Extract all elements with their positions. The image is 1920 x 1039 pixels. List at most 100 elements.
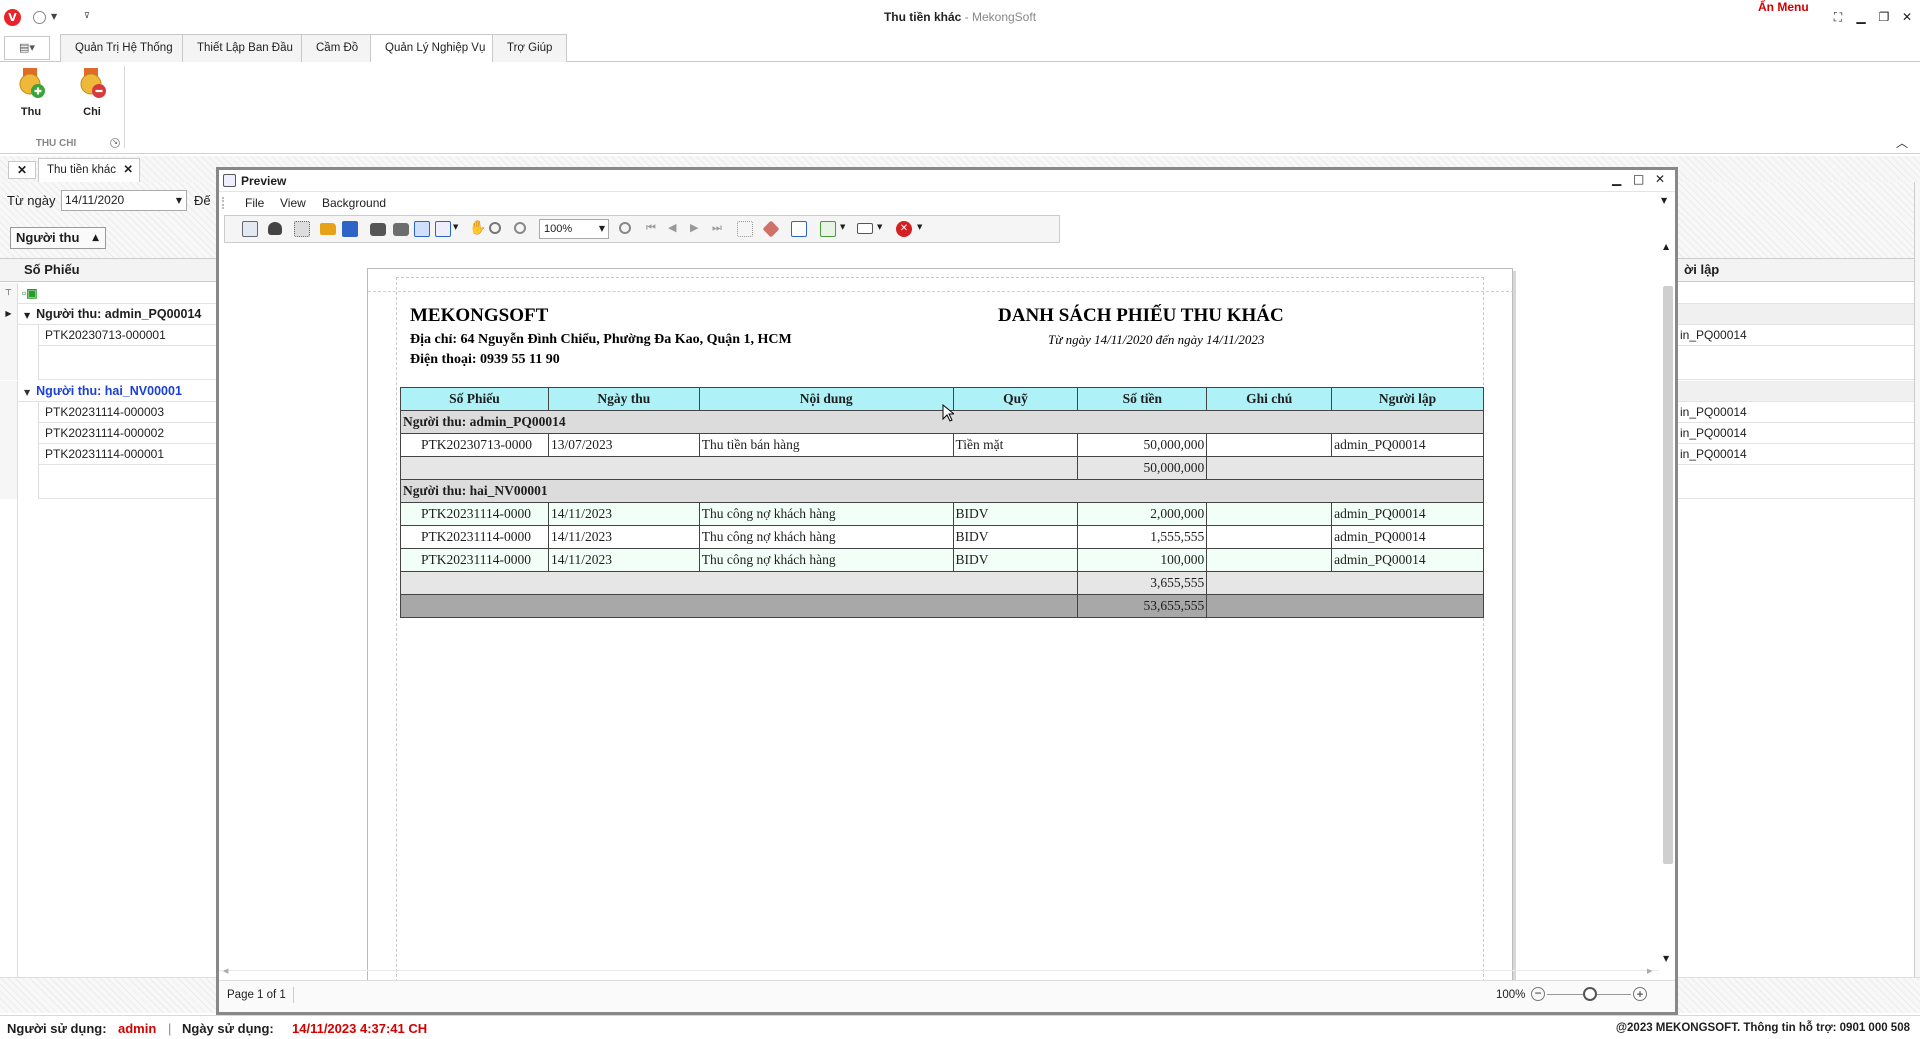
dropdown-arrow-icon[interactable]: ▼ [176,191,182,210]
parameters-icon[interactable] [294,221,310,237]
color-icon[interactable] [762,220,780,238]
zoom-in-icon[interactable] [619,222,631,234]
tab-tro-giup[interactable]: Trợ Giúp [492,34,568,62]
table-row[interactable]: PTK20230713-000001 [38,325,216,346]
group-by-chip[interactable]: Người thu ▲ [10,227,106,249]
preview-maximize-button[interactable]: □ [1633,172,1644,186]
report-cell: 13/07/2023 [547,433,700,457]
report-cell: Tiền mặt [952,433,1079,457]
chi-button[interactable]: Chi [68,66,116,118]
toolbar-overflow-icon[interactable]: ▼ [917,223,922,231]
scroll-down-icon[interactable]: ▼ [1663,954,1669,963]
last-page-icon[interactable]: ⏭ [712,221,722,235]
magnifier-icon[interactable] [489,222,501,234]
group-footer-row [38,465,216,499]
close-preview-icon[interactable]: ✕ [896,221,912,237]
expand-icon[interactable]: ▼ [24,311,30,320]
menu-file[interactable]: File [245,196,264,210]
page-setup-icon[interactable] [414,221,430,237]
menu-view[interactable]: View [280,196,306,210]
close-tab-icon[interactable]: ✕ [123,159,133,181]
collapse-ribbon-icon[interactable]: ︿ [1896,134,1908,151]
group-row[interactable]: ▼ Người thu: admin_PQ00014 [18,304,216,325]
previous-page-icon[interactable]: ◀ [668,221,676,234]
scroll-up-icon[interactable]: ▲ [1663,242,1669,251]
tab-thiet-lap-ban-dau[interactable]: Thiết Lập Ban Đầu [182,34,308,62]
preview-close-button[interactable]: ✕ [1655,172,1665,186]
scale-icon[interactable] [435,221,451,237]
zoom-select[interactable]: 100% ▼ [539,219,609,239]
table-row[interactable]: PTK20231114-000003 [38,402,216,423]
scale-dropdown-icon[interactable]: ▼ [453,223,458,231]
tab-quan-ly-nghiep-vu[interactable]: Quản Lý Nghiệp Vụ [370,34,501,63]
report-cell: PTK20231114-0000 [400,502,549,526]
preview-canvas[interactable]: MEKONGSOFT Địa chỉ: 64 Nguyễn Đình Chiểu… [219,248,1659,998]
scroll-left-icon[interactable]: ◀ [223,967,228,975]
export-dropdown-icon[interactable]: ▼ [840,223,845,231]
page-info: Page 1 of 1 [227,989,286,1001]
first-page-icon[interactable]: ⏮ [646,221,656,235]
grid-vertical-scrollbar[interactable] [1914,182,1920,977]
export-icon[interactable] [820,221,836,237]
group-launcher-icon[interactable]: ↘ [110,138,120,148]
close-all-tabs-button[interactable]: ✕ [8,161,36,179]
expand-icon[interactable]: ▼ [24,388,30,397]
tab-cam-do[interactable]: Cầm Đồ [301,34,374,62]
scroll-right-icon[interactable]: ▶ [1647,967,1652,975]
zoom-out-button[interactable]: − [1531,987,1545,1001]
save-icon[interactable] [342,221,358,237]
app-menu-button[interactable]: ▤▾ [4,36,50,60]
print-icon[interactable] [370,223,386,236]
preview-minimize-button[interactable]: ▁ [1612,172,1621,186]
restore-button[interactable]: ❐ [1876,9,1892,25]
row-gutter [0,402,18,423]
dropdown-arrow-icon[interactable]: ▼ [599,220,605,238]
money-in-icon [16,66,46,100]
close-button[interactable]: ✕ [1899,9,1915,25]
hand-tool-icon[interactable]: ✋ [469,220,486,236]
zoom-slider-thumb[interactable] [1583,987,1597,1001]
thu-button[interactable]: Thu [7,66,55,118]
minimize-button[interactable]: ▁ [1853,9,1869,25]
search-icon[interactable] [268,222,282,235]
table-cell-creator[interactable]: in_PQ00014 [1678,444,1914,465]
next-page-icon[interactable]: ▶ [690,221,698,234]
report-cell: 14/11/2023 [547,502,700,526]
table-cell-creator[interactable]: in_PQ00014 [1678,423,1914,444]
table-cell-creator[interactable]: in_PQ00014 [1678,325,1914,346]
tab-quan-tri-he-thong[interactable]: Quản Trị Hệ Thống [60,34,188,62]
hide-menu-link[interactable]: Ẩn Menu [1758,0,1809,14]
email-icon[interactable] [857,223,873,234]
preview-horizontal-scrollbar[interactable]: ◀ ▶ [219,967,1659,978]
report-cell: Thu công nợ khách hàng [698,525,954,549]
date-value: 14/11/2023 4:37:41 CH [292,1021,428,1036]
auto-filter-row[interactable]: ▫▣ [18,283,216,304]
menu-background[interactable]: Background [322,196,386,210]
zoom-in-button[interactable]: + [1633,987,1647,1001]
zoom-out-icon[interactable] [514,222,526,234]
report-header-so-tien: Số tiền [1077,387,1208,411]
table-row[interactable]: PTK20231114-000002 [38,423,216,444]
report-cell: 14/11/2023 [547,548,700,572]
menubar-overflow-icon[interactable]: ▼ [1661,196,1667,205]
column-header-nguoi-lap[interactable]: ời lập [1678,258,1914,282]
preview-title-bar[interactable]: Preview ▁ □ ✕ [219,170,1675,192]
column-header-so-phieu[interactable]: Số Phiếu [18,258,216,282]
quick-print-icon[interactable] [393,223,409,236]
row-gutter [0,381,18,402]
filter-row-pin-icon[interactable]: ⊤ [0,283,18,304]
watermark-icon[interactable] [791,221,807,237]
from-date-input[interactable]: 14/11/2020 ▼ [61,190,187,211]
open-icon[interactable] [320,223,336,235]
table-row[interactable]: PTK20231114-000001 [38,444,216,465]
email-dropdown-icon[interactable]: ▼ [877,223,882,231]
table-cell-creator[interactable]: in_PQ00014 [1678,402,1914,423]
group-row[interactable]: ▼ Người thu: hai_NV00001 [18,381,216,402]
multiple-pages-icon[interactable] [737,221,753,237]
scroll-thumb[interactable] [1663,286,1673,864]
document-map-icon[interactable] [242,221,258,237]
auto-filter-cell[interactable] [1678,283,1914,304]
tab-thu-tien-khac[interactable]: Thu tiền khác ✕ [38,158,140,182]
preview-vertical-scrollbar[interactable]: ▲ ▼ [1659,242,1675,968]
fullscreen-icon[interactable]: ⛶ [1830,9,1846,25]
